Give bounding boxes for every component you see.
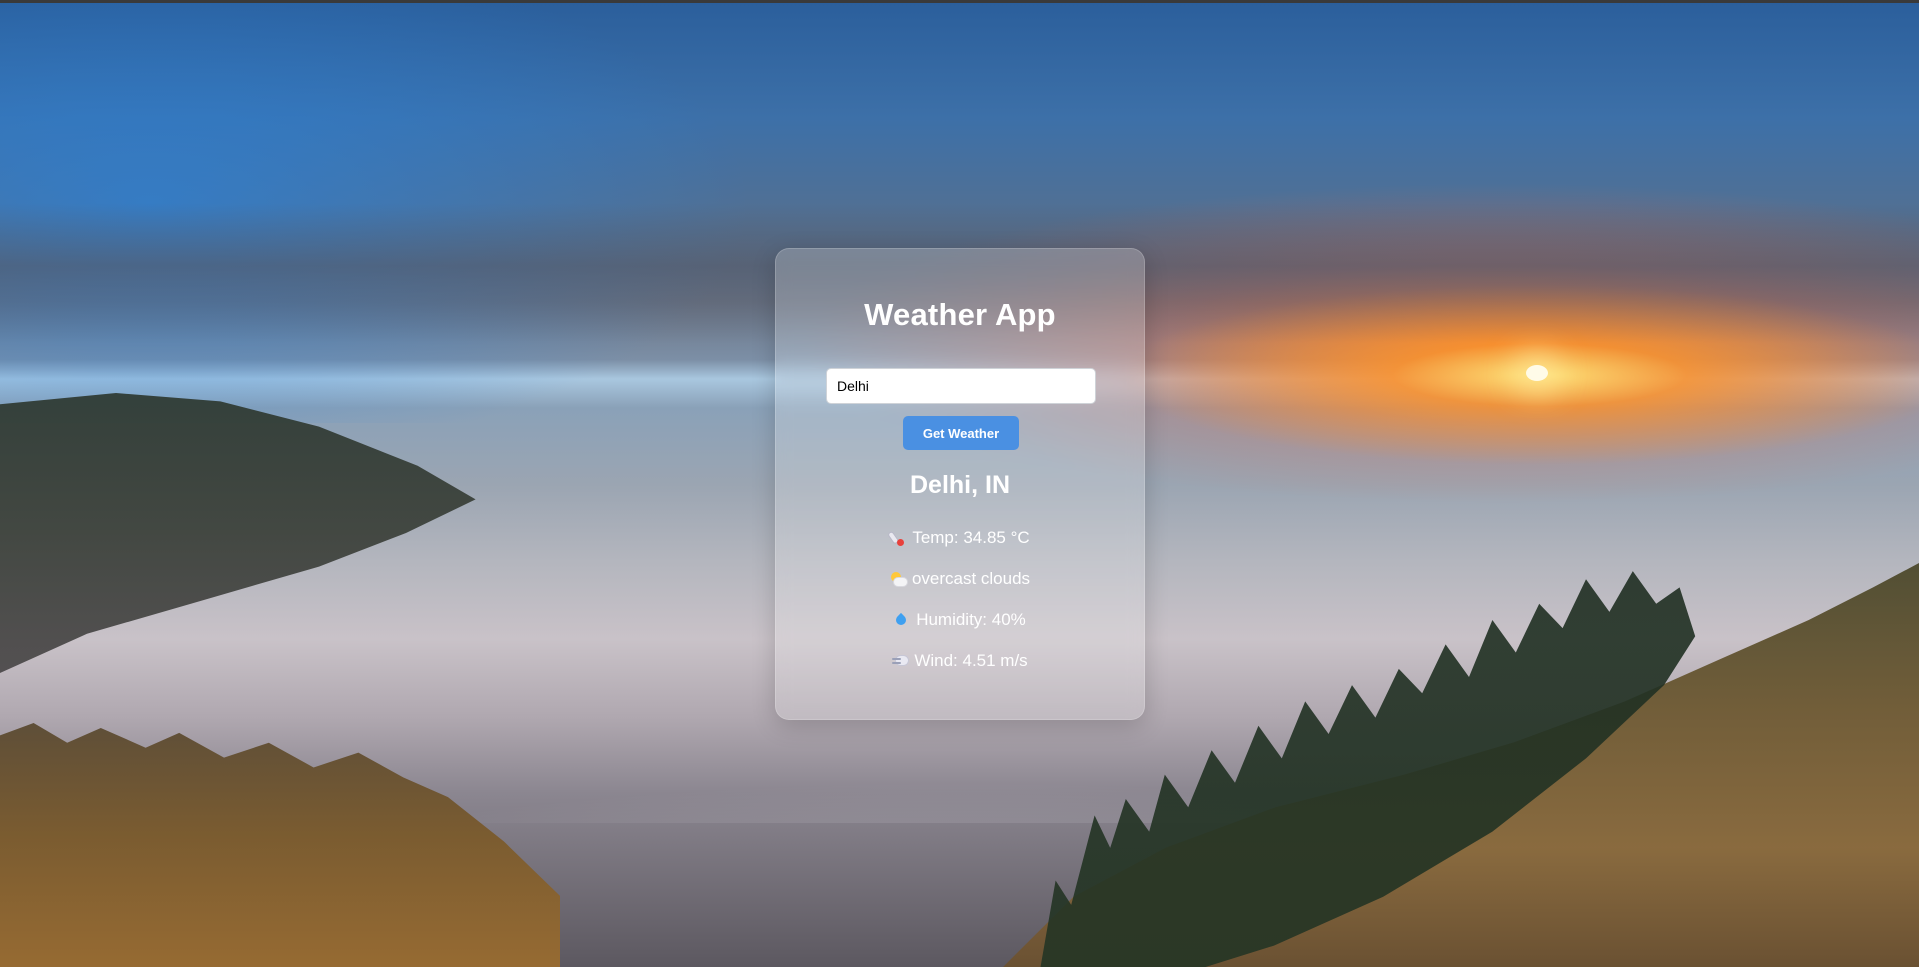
sun-behind-cloud-icon [890, 571, 907, 587]
wind-value: Wind: 4.51 m/s [914, 651, 1028, 670]
wind-row: Wind: 4.51 m/s [776, 651, 1144, 671]
setting-sun [1526, 365, 1548, 381]
condition-value: overcast clouds [911, 569, 1031, 588]
humidity-value: Humidity: 40% [916, 610, 1026, 629]
temperature-value: Temp: 34.85 °C [912, 528, 1030, 547]
city-search-input[interactable] [826, 368, 1096, 404]
wind-icon [892, 653, 909, 669]
condition-row: overcast clouds [776, 569, 1144, 589]
get-weather-button[interactable]: Get Weather [903, 416, 1019, 450]
weather-card: Weather App Get Weather Delhi, IN Temp: … [775, 248, 1145, 720]
humidity-row: Humidity: 40% [776, 610, 1144, 630]
droplet-icon [894, 612, 910, 628]
window-top-border [0, 0, 1919, 3]
temperature-row: Temp: 34.85 °C [776, 528, 1144, 548]
location-name: Delhi, IN [909, 471, 1010, 499]
thermometer-icon [890, 530, 906, 546]
app-title: Weather App [864, 297, 1056, 332]
